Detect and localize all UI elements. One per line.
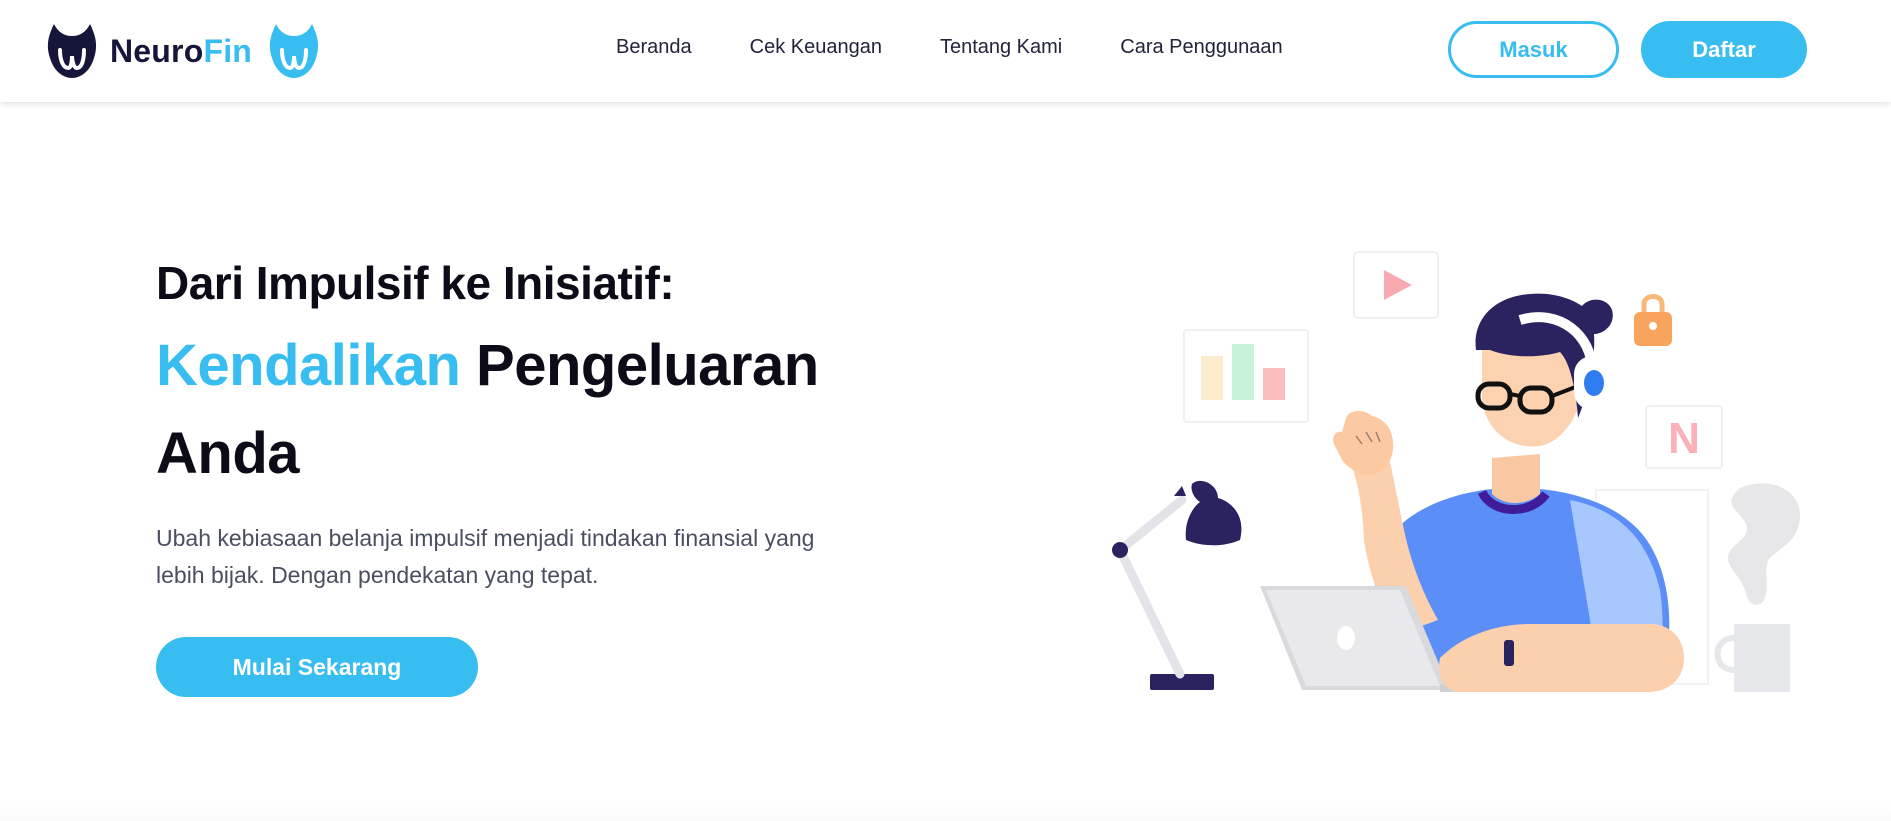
login-button[interactable]: Masuk — [1448, 21, 1619, 78]
hero-title-line3: Anda — [156, 421, 300, 486]
brand-name-part1: Neuro — [110, 32, 204, 69]
brain-logo-icon — [47, 24, 97, 78]
top-navbar: Neuro Fin Beranda Cek Keuangan Tentang Ka… — [0, 0, 1891, 102]
register-button[interactable]: Daftar — [1641, 21, 1807, 78]
brain-logo-accent-icon — [269, 24, 319, 78]
section-divider — [0, 800, 1891, 821]
hero-description: Ubah kebiasaan belanja impulsif menjadi … — [156, 525, 815, 588]
mug-icon — [1714, 624, 1790, 692]
play-icon — [1353, 251, 1439, 319]
svg-text:N: N — [1668, 414, 1700, 463]
brand-logo[interactable]: Neuro Fin — [46, 22, 320, 80]
start-now-button[interactable]: Mulai Sekarang — [156, 637, 478, 697]
hero-title-line2-rest: Pengeluaran — [460, 333, 819, 398]
nav-item-cek-keuangan[interactable]: Cek Keuangan — [750, 36, 882, 59]
hero-title-accent: Kendalikan — [156, 333, 461, 398]
nav-item-beranda[interactable]: Beranda — [616, 36, 692, 59]
hero-title-line2: Kendalikan Pengeluaran — [156, 322, 876, 410]
desk-lamp-icon — [1112, 480, 1242, 690]
nav-item-cara-penggunaan[interactable]: Cara Penggunaan — [1120, 36, 1282, 59]
hero-text: Dari Impulsif ke Inisiatif: Kendalikan P… — [156, 250, 876, 594]
hero-title-line1: Dari Impulsif ke Inisiatif: — [156, 257, 675, 309]
brand-name: Neuro Fin — [110, 33, 252, 70]
bar-chart-icon — [1183, 329, 1309, 423]
lock-icon — [1634, 294, 1672, 346]
n-logo-icon: N — [1645, 405, 1723, 469]
hero-illustration: N — [1112, 251, 1800, 692]
brand-name-part2: Fin — [203, 32, 253, 69]
main-nav: Beranda Cek Keuangan Tentang Kami Cara P… — [616, 36, 1283, 59]
nav-item-tentang-kami[interactable]: Tentang Kami — [940, 36, 1062, 59]
